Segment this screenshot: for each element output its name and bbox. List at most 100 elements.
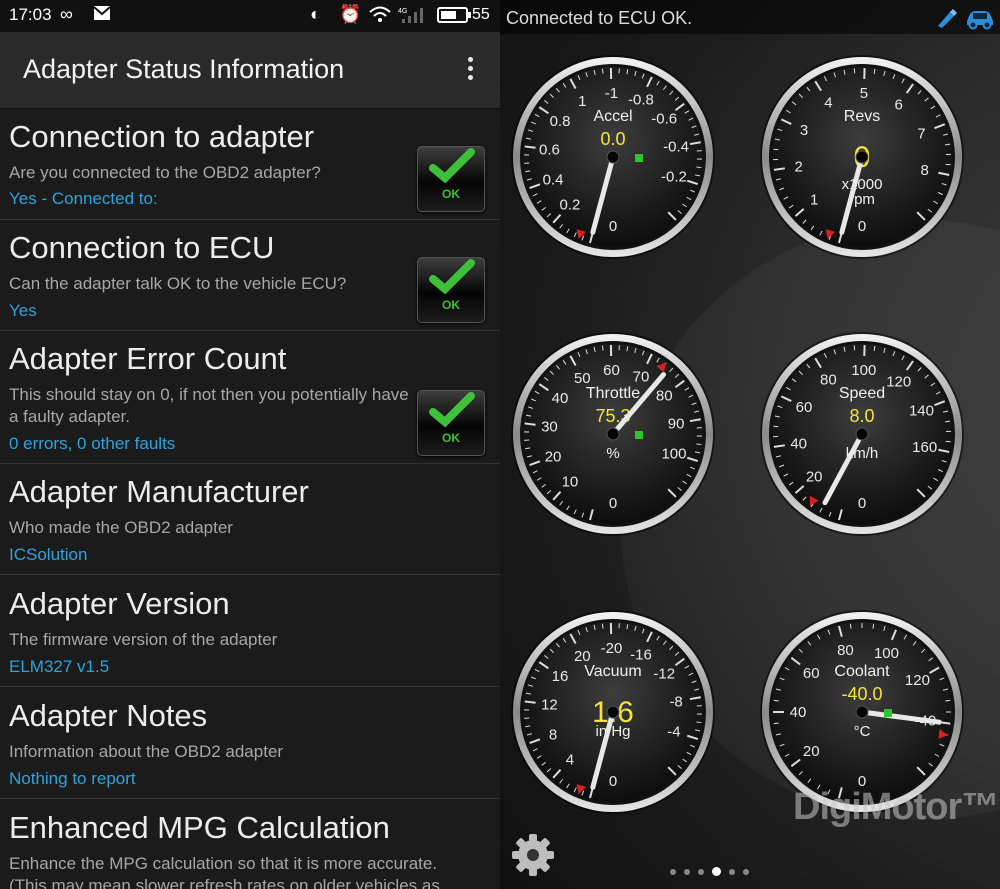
gauge-tick-label: 12 [541,696,558,713]
app-bar: Adapter Status Information [0,32,500,108]
item-heading: Adapter Error Count [9,341,287,376]
status-led [635,431,643,439]
item-value: Yes [9,301,37,320]
list-item-version[interactable]: Adapter Version The firmware version of … [0,576,500,687]
gauge-tick-label: 20 [803,743,820,760]
status-bar: 17:03 ∞ ◐ ⏰ 4G 55 [0,0,500,32]
page-dot[interactable] [684,869,690,875]
gauge-tick-label: 120 [886,374,911,391]
gauge-tick-label: 90 [668,415,685,432]
settings-gear-icon[interactable] [510,832,556,878]
gauge-tick-label: 0.6 [539,141,560,158]
list-item-enhanced-mpg[interactable]: Enhanced MPG Calculation Enhance the MPG… [0,800,500,889]
gauge-tick-label: 0 [609,773,617,790]
status-led [884,709,892,717]
ok-check-icon: OK [417,390,485,456]
gauge-tick-label: 0.4 [543,171,564,188]
gauge-tick-label: 10 [562,473,579,490]
item-description: Information about the OBD2 adapter [9,742,284,761]
gauge-vacuum[interactable]: 048121620-20-16-12-8-4Vacuum1.6in/Hg [511,610,715,814]
gauge-tick-label: 100 [874,645,899,662]
item-value: ELM327 v1.5 [9,657,110,676]
item-heading: Enhanced MPG Calculation [9,810,390,845]
gauge-tick-label: 0 [858,495,866,512]
gauge-tick-label: 80 [837,642,854,659]
item-description: Can the adapter talk OK to the vehicle E… [9,274,347,293]
gauge-coolant[interactable]: 020406080100120-40Coolant-40.0°C [760,610,964,814]
gauge-tick-label: -12 [653,666,675,683]
gauge-revs[interactable]: 012345678Revs0x1000rpm [760,55,964,259]
ok-label: OK [442,187,460,201]
gauge-name: Vacuum [584,663,642,680]
gauge-tick-label: 0.8 [550,113,571,130]
gauge-unit: in/Hg [595,723,630,740]
gauge-accel[interactable]: 0 0.2 0.4 0.6 0.8 1 -1 -0.8 -0.6 -0.4 -0.2 Accel 0.0 [511,55,715,259]
item-description: Who made the OBD2 adapter [9,518,233,537]
gauge-tick-label: 40 [552,390,569,407]
item-heading: Adapter Version [9,586,230,621]
gauge-tick-label: -4 [667,723,680,740]
gauge-tick-label: 0 [858,218,866,235]
ok-check-icon: OK [417,257,485,323]
overflow-menu-icon[interactable] [460,54,480,86]
watermark-logo: DigiMotor™ [793,786,999,828]
list-item-notes[interactable]: Adapter Notes Information about the OBD2… [0,688,500,799]
list-item-manufacturer[interactable]: Adapter Manufacturer Who made the OBD2 a… [0,464,500,575]
gauge-tick-label: 40 [790,435,807,452]
gauge-tick-label: 120 [905,672,930,689]
gauge-tick-label: 80 [656,388,673,405]
page-dot[interactable] [670,869,676,875]
gauge-tick-label: 4 [566,751,574,768]
gauge-tick-label: 140 [909,402,934,419]
item-value: 0 errors, 0 other faults [9,434,176,453]
gauge-tick-label: 60 [603,362,620,379]
infinity-icon: ∞ [60,4,73,24]
gauge-tick-label: 7 [917,125,925,142]
item-heading: Connection to ECU [9,230,275,265]
ok-label: OK [442,298,460,312]
page-dot[interactable] [712,867,721,876]
page-title: Adapter Status Information [23,54,345,84]
page-dot[interactable] [743,869,749,875]
gauge-tick-label: -0.2 [661,168,687,185]
gauge-tick-label: 20 [806,469,823,486]
gauge-tick-label: 2 [795,158,803,175]
gauge-tick-label: 6 [895,97,903,114]
brightness-icon: ◐ [310,4,321,24]
gauge-tick-label: 8 [921,162,929,179]
gauge-tick-label: 5 [860,85,868,102]
list-item-connection-ecu[interactable]: Connection to ECU Can the adapter talk O… [0,220,500,331]
list-item-connection-adapter[interactable]: Connection to adapter Are you connected … [0,109,500,220]
gauge-tick-label: -8 [669,693,682,710]
status-led [635,154,643,162]
gauge-tick-label: -1 [605,85,618,102]
gauge-tick-label: 60 [796,399,813,416]
battery-icon [437,7,471,28]
gauge-name: Speed [839,385,885,402]
item-value: ICSolution [9,545,88,564]
gauge-tick-label: 100 [661,445,686,462]
list-item-error-count[interactable]: Adapter Error Count This should stay on … [0,331,500,464]
gauge-tick-label: 0 [609,218,617,235]
gauge-name: Accel [593,108,632,125]
ok-label: OK [442,431,460,445]
item-value: Yes - Connected to: [9,189,158,208]
gauge-speed[interactable]: 020406080100120140160Speed8.0km/h [760,332,964,536]
signal-icon: 4G [398,6,428,29]
gauge-tick-label: 80 [820,372,837,389]
gauge-throttle[interactable]: 01020304050 60 708090100Throttle75.3% [511,332,715,536]
page-dot[interactable] [729,869,735,875]
svg-text:4G: 4G [398,8,407,15]
item-description: Are you connected to the OBD2 adapter? [9,163,321,182]
gauge-tick-label: 30 [541,418,558,435]
page-indicator[interactable] [670,862,820,876]
gauge-tick-label: 0.2 [560,196,581,213]
gauge-tick-label: 40 [790,704,807,721]
adapter-status-screen: 17:03 ∞ ◐ ⏰ 4G 55 Adapter Status Informa… [0,0,500,889]
battery-level: 55 [472,6,490,23]
gauge-tick-label: -0.8 [628,91,654,108]
item-heading: Adapter Notes [9,698,208,733]
page-dot[interactable] [698,869,704,875]
gauge-unit: % [606,445,619,462]
item-description: The firmware version of the adapter [9,630,278,649]
